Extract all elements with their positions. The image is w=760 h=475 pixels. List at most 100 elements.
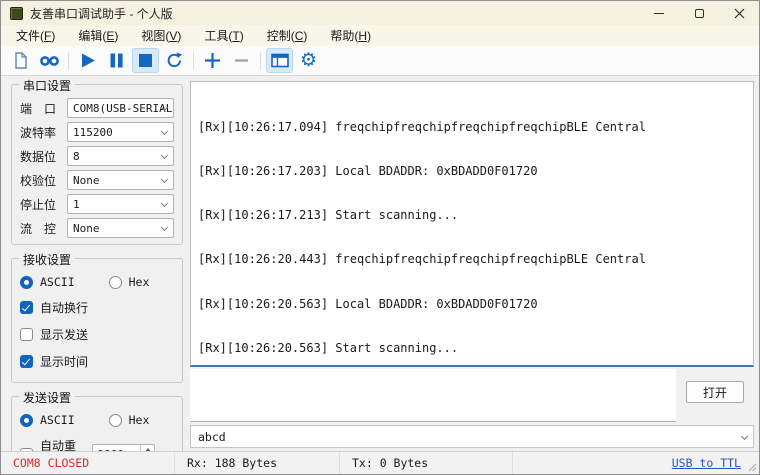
send-hex-label: Hex [129, 413, 150, 427]
play-icon [78, 51, 97, 70]
pause-icon [107, 51, 126, 70]
window-controls [639, 1, 759, 25]
receive-log[interactable]: [Rx][10:26:17.094] freqchipfreqchipfreqc… [190, 81, 754, 367]
serial-settings-title: 串口设置 [19, 77, 75, 94]
databits-row: 数据位 8 [20, 146, 174, 166]
send-side-panel: 打开 [676, 369, 754, 422]
toolbar-separator [68, 52, 69, 70]
send-history-combo[interactable]: abcd [190, 425, 754, 448]
panel-view-button[interactable] [266, 48, 293, 73]
menu-view[interactable]: 视图(V) [131, 25, 191, 46]
maximize-icon [695, 9, 704, 18]
send-settings-title: 发送设置 [19, 389, 75, 406]
toolbar-separator [260, 52, 261, 70]
show-send-row: 显示发送 [20, 326, 174, 343]
port-status: COM8 CLOSED [1, 452, 175, 474]
refresh-button[interactable] [161, 48, 188, 73]
baudrate-row: 波特率 115200 [20, 122, 174, 142]
maximize-button[interactable] [679, 1, 719, 25]
pause-button[interactable] [103, 48, 130, 73]
auto-newline-label: 自动换行 [40, 299, 88, 316]
receive-settings-group: 接收设置 ASCII Hex 自动换行 显示发送 [11, 258, 183, 383]
menu-help[interactable]: 帮助(H) [320, 25, 381, 46]
zoom-in-button[interactable] [199, 48, 226, 73]
receive-hex-label: Hex [129, 275, 150, 289]
baudrate-select[interactable]: 115200 [67, 122, 174, 142]
toolbar-separator [193, 52, 194, 70]
arrow-up-icon [145, 448, 151, 452]
send-input[interactable] [190, 369, 676, 422]
parity-row: 校验位 None [20, 170, 174, 190]
receive-ascii-label: ASCII [40, 275, 75, 289]
close-button[interactable] [719, 1, 759, 25]
flowcontrol-select[interactable]: None [67, 218, 174, 238]
app-window: 友善串口调试助手 - 个人版 文件(F) 编辑(E) 视图(V) 工具(T) 控… [0, 0, 760, 475]
gear-icon: ⚙ [300, 51, 317, 70]
resize-grip[interactable] [747, 462, 757, 472]
ms-unit-label: ms [160, 447, 174, 451]
chevron-down-icon [161, 128, 168, 135]
main-area: [Rx][10:26:17.094] freqchipfreqchipfreqc… [190, 76, 759, 451]
rx-bytes-status: Rx: 188 Bytes [175, 452, 340, 474]
spinner-buttons [140, 445, 154, 451]
chevron-down-icon [161, 176, 168, 183]
databits-select[interactable]: 8 [67, 146, 174, 166]
chevron-down-icon [161, 200, 168, 207]
minimize-button[interactable] [639, 1, 679, 25]
zoom-out-button[interactable] [228, 48, 255, 73]
titlebar: 友善串口调试助手 - 个人版 [1, 1, 759, 25]
receive-hex-radio[interactable] [109, 276, 122, 289]
send-history-value: abcd [198, 430, 226, 444]
close-icon [734, 8, 745, 19]
log-line: [Rx][10:26:20.443] freqchipfreqchipfreqc… [198, 252, 746, 267]
auto-resend-value[interactable]: 1000 [93, 445, 141, 451]
play-button[interactable] [74, 48, 101, 73]
port-label: 端 口 [20, 100, 67, 117]
panel-view-icon [270, 51, 290, 70]
show-send-label: 显示发送 [40, 326, 88, 343]
toolbar: ⚙ [1, 46, 759, 76]
settings-button[interactable]: ⚙ [295, 48, 322, 73]
stop-icon [136, 51, 155, 70]
refresh-icon [165, 51, 184, 70]
auto-resend-label: 自动重发 [40, 437, 84, 451]
usb-to-ttl-link[interactable]: USB to TTL [672, 456, 741, 470]
new-file-button[interactable] [7, 48, 34, 73]
menu-tools[interactable]: 工具(T) [194, 25, 253, 46]
flowcontrol-label: 流 控 [20, 220, 67, 237]
parity-select[interactable]: None [67, 170, 174, 190]
auto-resend-checkbox[interactable] [20, 448, 33, 452]
menu-edit[interactable]: 编辑(E) [68, 25, 128, 46]
chevron-down-icon [741, 433, 748, 440]
port-row: 端 口 COM8(USB-SERIAL ( [20, 98, 174, 118]
send-hex-radio[interactable] [109, 414, 122, 427]
chevron-down-icon [161, 224, 168, 231]
auto-newline-checkbox[interactable] [20, 301, 33, 314]
log-line: [Rx][10:26:20.563] Start scanning... [198, 341, 746, 356]
show-time-row: 显示时间 [20, 353, 174, 370]
show-time-label: 显示时间 [40, 353, 88, 370]
show-send-checkbox[interactable] [20, 328, 33, 341]
log-line: [Rx][10:26:17.203] Local BDADDR: 0xBDADD… [198, 164, 746, 179]
settings-sidebar: 串口设置 端 口 COM8(USB-SERIAL ( 波特率 115200 数据… [1, 76, 190, 451]
plus-icon [203, 51, 222, 70]
new-file-icon [11, 51, 30, 70]
open-port-button[interactable]: 打开 [686, 381, 744, 403]
window-title: 友善串口调试助手 - 个人版 [30, 5, 173, 22]
receive-format-radios: ASCII Hex [20, 275, 174, 289]
menu-control[interactable]: 控制(C) [257, 25, 318, 46]
auto-resend-row: 自动重发 1000 ms [20, 437, 174, 451]
stopbits-select[interactable]: 1 [67, 194, 174, 214]
menu-file[interactable]: 文件(F) [6, 25, 65, 46]
spin-up-button[interactable] [141, 445, 154, 451]
show-time-checkbox[interactable] [20, 355, 33, 368]
statusbar: COM8 CLOSED Rx: 188 Bytes Tx: 0 Bytes US… [1, 451, 759, 474]
send-ascii-radio[interactable] [20, 414, 33, 427]
receive-ascii-radio[interactable] [20, 276, 33, 289]
stopbits-row: 停止位 1 [20, 194, 174, 214]
record-button[interactable] [36, 48, 63, 73]
log-line: [Rx][10:26:17.094] freqchipfreqchipfreqc… [198, 120, 746, 135]
log-line: [Rx][10:26:20.563] Local BDADDR: 0xBDADD… [198, 297, 746, 312]
stop-button[interactable] [132, 48, 159, 73]
port-select[interactable]: COM8(USB-SERIAL ( [67, 98, 174, 118]
